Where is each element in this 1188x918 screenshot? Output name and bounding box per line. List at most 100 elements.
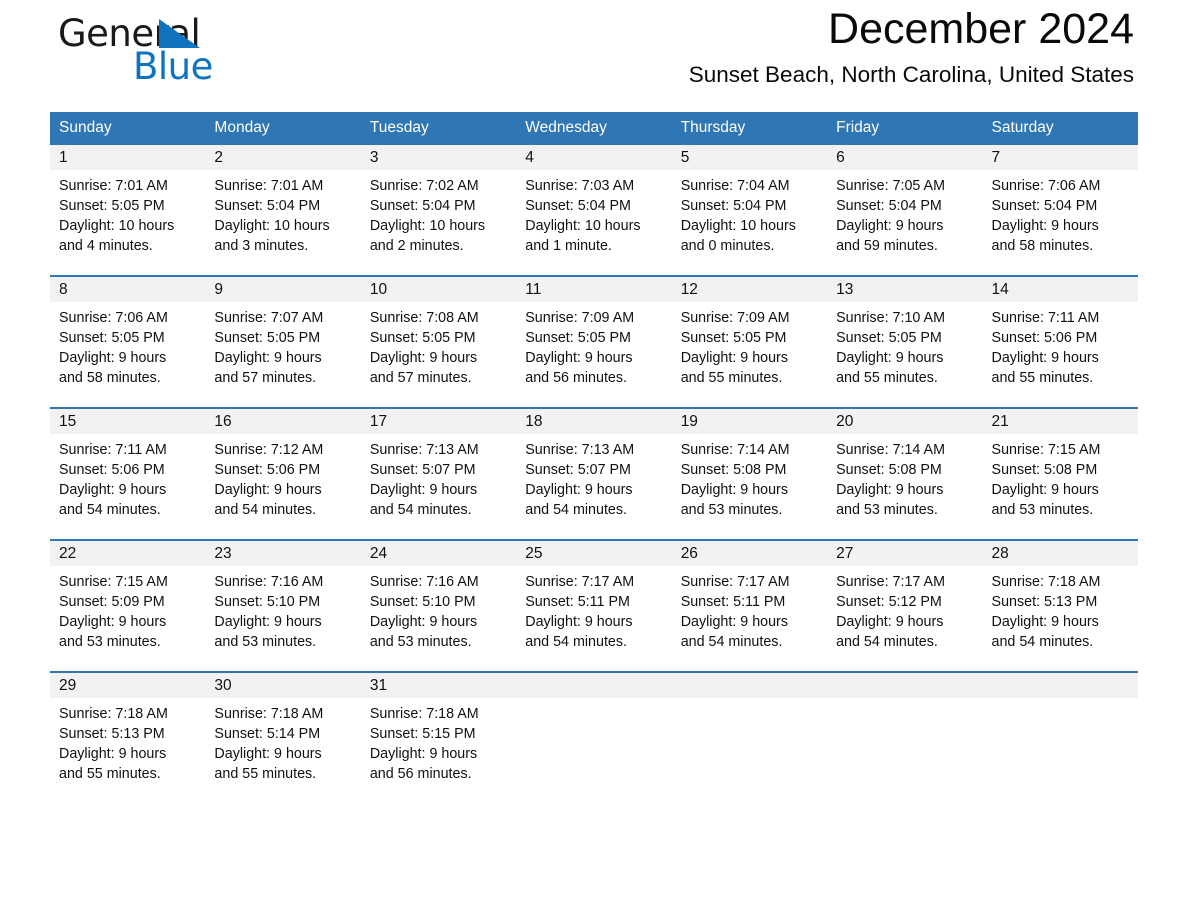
day-number: 1 — [59, 149, 68, 166]
day-number-band: 21 — [982, 409, 1138, 434]
day-cell[interactable]: 11 Sunrise: 7:09 AM Sunset: 5:05 PM Dayl… — [516, 277, 672, 407]
day-cell[interactable]: 23 Sunrise: 7:16 AM Sunset: 5:10 PM Dayl… — [205, 541, 361, 671]
day-cell[interactable]: 21 Sunrise: 7:15 AM Sunset: 5:08 PM Dayl… — [982, 409, 1138, 539]
daylight-text-line2: and 54 minutes. — [991, 634, 1094, 650]
sunrise-text: Sunrise: 7:18 AM — [369, 706, 479, 722]
day-cell[interactable]: 26 Sunrise: 7:17 AM Sunset: 5:11 PM Dayl… — [671, 541, 828, 671]
daylight-text-line1: Daylight: 9 hours — [369, 614, 478, 630]
daylight-text-line2: and 55 minutes. — [836, 370, 938, 386]
daylight-text-line2: and 57 minutes. — [369, 370, 472, 386]
daylight-text-line2: and 53 minutes. — [836, 502, 938, 518]
day-number: 15 — [59, 413, 77, 430]
day-number-band: 30 — [205, 673, 361, 698]
day-number-band: 29 — [50, 673, 206, 698]
sunrise-text: Sunrise: 7:15 AM — [59, 574, 168, 590]
day-number: 7 — [991, 149, 1001, 166]
daylight-text-line2: and 54 minutes. — [525, 634, 627, 650]
day-cell[interactable]: 7 Sunrise: 7:06 AM Sunset: 5:04 PM Dayli… — [982, 145, 1138, 275]
day-number-band: 12 — [671, 277, 828, 302]
daylight-text-line1: Daylight: 9 hours — [836, 482, 944, 498]
calendar-week-row: 8 Sunrise: 7:06 AM Sunset: 5:05 PM Dayli… — [50, 275, 1138, 407]
day-cell[interactable]: 28 Sunrise: 7:18 AM Sunset: 5:13 PM Dayl… — [982, 541, 1138, 671]
day-cell[interactable]: 31 Sunrise: 7:18 AM Sunset: 5:15 PM Dayl… — [360, 673, 517, 791]
day-cell[interactable]: 6 Sunrise: 7:05 AM Sunset: 5:04 PM Dayli… — [827, 145, 983, 275]
day-details: Sunrise: 7:11 AM Sunset: 5:06 PM Dayligh… — [50, 434, 205, 520]
page-header: General Blue December 2024 Sunset Beach,… — [50, 0, 1138, 112]
day-cell[interactable]: 5 Sunrise: 7:04 AM Sunset: 5:04 PM Dayli… — [671, 145, 828, 275]
day-number: 18 — [525, 413, 543, 430]
day-number: 22 — [59, 545, 77, 562]
day-details: Sunrise: 7:18 AM Sunset: 5:13 PM Dayligh… — [50, 698, 205, 784]
sunrise-text: Sunrise: 7:18 AM — [991, 574, 1101, 590]
sunset-text: Sunset: 5:05 PM — [214, 330, 321, 346]
daylight-text-line1: Daylight: 9 hours — [59, 350, 167, 366]
day-cell[interactable]: 3 Sunrise: 7:02 AM Sunset: 5:04 PM Dayli… — [360, 145, 517, 275]
day-cell[interactable]: 16 Sunrise: 7:12 AM Sunset: 5:06 PM Dayl… — [205, 409, 361, 539]
day-cell[interactable]: 29 Sunrise: 7:18 AM Sunset: 5:13 PM Dayl… — [50, 673, 206, 791]
day-number: 16 — [214, 413, 232, 430]
daylight-text-line1: Daylight: 9 hours — [59, 614, 167, 630]
day-cell[interactable]: 25 Sunrise: 7:17 AM Sunset: 5:11 PM Dayl… — [516, 541, 672, 671]
daylight-text-line2: and 53 minutes. — [369, 634, 472, 650]
day-number: 12 — [680, 281, 698, 298]
day-cell[interactable]: 20 Sunrise: 7:14 AM Sunset: 5:08 PM Dayl… — [827, 409, 983, 539]
daylight-text-line1: Daylight: 9 hours — [991, 218, 1099, 234]
daylight-text-line2: and 54 minutes. — [525, 502, 627, 518]
day-cell[interactable]: 15 Sunrise: 7:11 AM Sunset: 5:06 PM Dayl… — [50, 409, 206, 539]
day-number-band — [982, 673, 1138, 698]
sunrise-text: Sunrise: 7:10 AM — [836, 310, 945, 326]
sunset-text: Sunset: 5:11 PM — [680, 594, 786, 610]
day-number-band: 6 — [827, 145, 983, 170]
day-number: 10 — [369, 281, 388, 298]
day-cell[interactable]: 27 Sunrise: 7:17 AM Sunset: 5:12 PM Dayl… — [827, 541, 983, 671]
day-number-band: 8 — [50, 277, 206, 302]
sunrise-text: Sunrise: 7:17 AM — [525, 574, 635, 590]
day-cell[interactable]: 22 Sunrise: 7:15 AM Sunset: 5:09 PM Dayl… — [50, 541, 206, 671]
day-number-band: 7 — [982, 145, 1138, 170]
day-cell[interactable]: 19 Sunrise: 7:14 AM Sunset: 5:08 PM Dayl… — [671, 409, 828, 539]
day-cell[interactable]: 14 Sunrise: 7:11 AM Sunset: 5:06 PM Dayl… — [982, 277, 1138, 407]
day-cell[interactable]: 18 Sunrise: 7:13 AM Sunset: 5:07 PM Dayl… — [516, 409, 672, 539]
day-cell[interactable]: 9 Sunrise: 7:07 AM Sunset: 5:05 PM Dayli… — [205, 277, 361, 407]
day-cell[interactable]: 13 Sunrise: 7:10 AM Sunset: 5:05 PM Dayl… — [827, 277, 983, 407]
day-number: 27 — [836, 545, 854, 562]
day-details: Sunrise: 7:03 AM Sunset: 5:04 PM Dayligh… — [516, 170, 671, 256]
calendar-page: General Blue December 2024 Sunset Beach,… — [0, 0, 1188, 918]
daylight-text-line1: Daylight: 10 hours — [369, 218, 486, 234]
weekday-header-friday: Friday — [836, 119, 880, 136]
sunrise-text: Sunrise: 7:16 AM — [369, 574, 479, 590]
day-details: Sunrise: 7:15 AM Sunset: 5:08 PM Dayligh… — [983, 434, 1138, 520]
day-details: Sunrise: 7:17 AM Sunset: 5:12 PM Dayligh… — [827, 566, 982, 652]
day-number-band: 23 — [205, 541, 361, 566]
sunset-text: Sunset: 5:10 PM — [369, 594, 476, 610]
day-cell[interactable]: 24 Sunrise: 7:16 AM Sunset: 5:10 PM Dayl… — [360, 541, 517, 671]
day-cell[interactable]: 12 Sunrise: 7:09 AM Sunset: 5:05 PM Dayl… — [671, 277, 828, 407]
sunrise-text: Sunrise: 7:09 AM — [525, 310, 635, 326]
day-number-band — [671, 673, 828, 698]
sunrise-text: Sunrise: 7:11 AM — [59, 442, 167, 458]
daylight-text-line2: and 3 minutes. — [214, 238, 309, 254]
day-cell[interactable]: 17 Sunrise: 7:13 AM Sunset: 5:07 PM Dayl… — [360, 409, 517, 539]
day-cell[interactable]: 4 Sunrise: 7:03 AM Sunset: 5:04 PM Dayli… — [516, 145, 672, 275]
day-cell[interactable]: 30 Sunrise: 7:18 AM Sunset: 5:14 PM Dayl… — [205, 673, 361, 791]
day-details: Sunrise: 7:04 AM Sunset: 5:04 PM Dayligh… — [672, 170, 827, 256]
sunrise-text: Sunrise: 7:06 AM — [991, 178, 1101, 194]
day-number-band: 22 — [50, 541, 206, 566]
day-cell[interactable]: 8 Sunrise: 7:06 AM Sunset: 5:05 PM Dayli… — [50, 277, 206, 407]
daylight-text-line1: Daylight: 9 hours — [369, 746, 478, 762]
day-details: Sunrise: 7:01 AM Sunset: 5:04 PM Dayligh… — [205, 170, 360, 256]
daylight-text-line1: Daylight: 9 hours — [59, 746, 167, 762]
sunset-text: Sunset: 5:09 PM — [59, 594, 165, 610]
day-details: Sunrise: 7:18 AM Sunset: 5:13 PM Dayligh… — [983, 566, 1138, 652]
sunset-text: Sunset: 5:06 PM — [991, 330, 1098, 346]
day-number: 2 — [214, 149, 224, 166]
day-cell[interactable]: 2 Sunrise: 7:01 AM Sunset: 5:04 PM Dayli… — [205, 145, 361, 275]
day-cell[interactable]: 10 Sunrise: 7:08 AM Sunset: 5:05 PM Dayl… — [360, 277, 517, 407]
day-number: 14 — [991, 281, 1009, 298]
day-details: Sunrise: 7:06 AM Sunset: 5:05 PM Dayligh… — [50, 302, 205, 388]
daylight-text-line2: and 54 minutes. — [214, 502, 317, 518]
sunset-text: Sunset: 5:08 PM — [836, 462, 942, 478]
sunset-text: Sunset: 5:04 PM — [836, 198, 942, 214]
day-cell[interactable]: 1 Sunrise: 7:01 AM Sunset: 5:05 PM Dayli… — [50, 145, 206, 275]
daylight-text-line2: and 55 minutes. — [991, 370, 1094, 386]
